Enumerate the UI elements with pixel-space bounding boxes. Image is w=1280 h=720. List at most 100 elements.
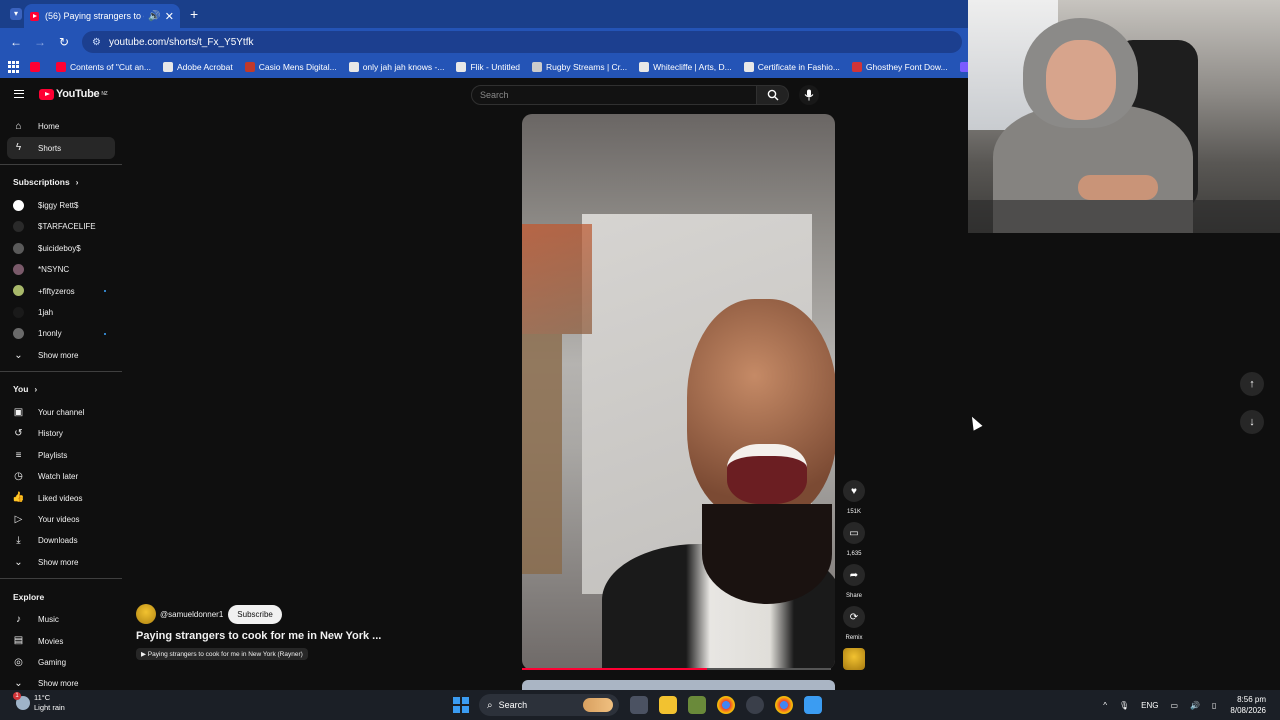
photos-icon[interactable] [804,696,822,714]
sidebar-item-gaming[interactable]: ◎ Gaming [0,652,122,673]
reload-icon[interactable]: ↻ [52,35,76,49]
network-icon[interactable]: ▭ [1170,701,1178,710]
microphone-tray-icon[interactable]: 🎙 [1119,701,1129,710]
sidebar-item-your-videos[interactable]: ▷ Your videos [0,509,122,530]
sidebar-item-1jah[interactable]: 1jah [0,302,122,323]
file-explorer-icon[interactable] [659,696,677,714]
subscriptions-header[interactable]: Subscriptions › [0,170,122,195]
sidebar-item-label: Music [38,615,59,625]
subscribe-button[interactable]: Subscribe [228,604,282,624]
taskbar-search[interactable]: ⌕ Search [479,694,619,716]
bookmark-9[interactable]: Ghosthey Font Dow... [851,62,948,72]
bookmark-favicon-icon [639,62,650,72]
sidebar-item-label: $TARFACELIFE [38,222,96,232]
your-channel-icon: ▣ [13,406,24,418]
app-icon-2[interactable] [746,696,764,714]
section-title: You [13,384,29,395]
video-progress-bar[interactable] [522,668,831,670]
sidebar-item-nsync[interactable]: *NSYNC [0,259,122,280]
channel-avatar [13,328,24,340]
back-icon[interactable]: ← [4,35,28,49]
search-highlight-image [583,698,613,712]
channel-avatar[interactable] [136,604,156,624]
comments-button[interactable]: ▭ [843,522,865,544]
bookmark-2[interactable]: Adobe Acrobat [162,62,233,72]
address-bar[interactable]: ⚙ youtube.com/shorts/t_Fx_Y5Ytfk [82,31,962,53]
you-header[interactable]: You › [0,377,122,402]
webcam-face [1046,40,1116,120]
weather-widget[interactable]: 1 11°C Light rain [13,692,65,713]
bookmark-5[interactable]: Flik - Untitled [456,62,520,72]
sidebar-item-shorts[interactable]: ϟ Shorts [7,137,115,159]
sidebar-item-your-channel[interactable]: ▣ Your channel [0,402,122,423]
sidebar-item-1nonly[interactable]: 1nonly [0,323,122,344]
chrome-icon[interactable] [717,696,735,714]
short-video-player[interactable] [522,114,835,670]
sidebar-item-fiftyzeros[interactable]: +fiftyzeros [0,280,122,301]
like-button[interactable]: ♥ [843,480,865,502]
forward-icon[interactable]: → [28,35,52,49]
battery-icon[interactable]: ▯ [1212,701,1216,710]
app-icon-1[interactable] [688,696,706,714]
tab-search-icon[interactable]: ▾ [10,8,22,20]
remix-icon: ⟳ [849,611,859,623]
share-button[interactable]: ➦ [843,564,865,586]
bookmark-0[interactable] [30,62,44,72]
sound-thumbnail[interactable] [843,648,865,670]
tab-close-icon[interactable]: ✕ [165,10,174,23]
clock[interactable]: 8:56 pm 8/08/2026 [1230,694,1266,716]
tray-chevron-icon[interactable]: ^ [1103,701,1107,710]
sidebar-divider [0,370,122,372]
sidebar-item-tarfacelife[interactable]: $TARFACELIFE [0,216,122,237]
bookmark-1[interactable]: Contents of "Cut an... [56,62,151,72]
sidebar-item-history[interactable]: ↺ History [0,423,122,444]
microphone-icon [804,89,814,101]
short-actions: ♥ 151K ▭ 1,635 ➦ Share ⟳ Remix [842,480,866,670]
sidebar-item-uicideboy[interactable]: $uicideboy$ [0,238,122,259]
webcam-overlay [968,0,1280,233]
sidebar-item-home[interactable]: ⌂ Home [0,116,122,137]
language-indicator[interactable]: ENG [1141,701,1158,710]
site-info-icon[interactable]: ⚙ [92,37,101,48]
apps-icon[interactable] [8,61,20,73]
comment-icon: ▭ [849,527,859,539]
sidebar-item-label: Gaming [38,658,67,667]
sidebar-item-watch-later[interactable]: ◷ Watch later [0,466,122,487]
like-count: 151K [846,509,861,515]
subscriptions-show-more[interactable]: ⌄ Show more [0,345,122,366]
channel-name[interactable]: @samueldonner1 [160,610,223,619]
sidebar-item-downloads[interactable]: ⤓ Downloads [0,530,122,551]
remix-button[interactable]: ⟳ [843,606,865,628]
youtube-logo[interactable]: YouTube NZ [39,88,108,100]
bookmark-3[interactable]: Casio Mens Digital... [244,62,337,72]
sidebar-item-music[interactable]: ♪ Music [0,609,122,630]
sound-link[interactable]: ▶ Paying strangers to cook for me in New… [136,648,308,660]
voice-search-button[interactable] [799,85,819,105]
browser-tab-active[interactable]: (56) Paying strangers to coo 🔊 ✕ [24,4,180,28]
bookmark-7[interactable]: Whitecliffe | Arts, D... [639,62,732,72]
bookmark-8[interactable]: Certificate in Fashio... [743,62,840,72]
search-button[interactable] [757,85,789,105]
sidebar-item-iggy-rett[interactable]: $iggy Rett$ [0,195,122,216]
next-short-button[interactable]: ↓ [1240,410,1264,434]
sidebar-item-movies[interactable]: ▤ Movies [0,630,122,651]
channel-avatar [13,285,24,297]
search-input[interactable]: Search [471,85,757,105]
short-title[interactable]: Paying strangers to cook for me in New Y… [136,630,381,642]
volume-icon[interactable]: 🔊 [1190,701,1200,710]
bookmark-4[interactable]: only jah jah knows -... [348,62,444,72]
previous-short-button[interactable]: ↑ [1240,372,1264,396]
new-tab-icon[interactable]: + [190,6,198,22]
task-view-icon[interactable] [630,696,648,714]
menu-icon[interactable] [14,90,24,98]
speaker-icon[interactable]: 🔊 [148,11,160,22]
sidebar-item-playlists[interactable]: ≡ Playlists [0,445,122,466]
video-frame-object [522,224,592,334]
explore-header[interactable]: Explore [0,584,122,609]
chrome-profile-icon[interactable] [775,696,793,714]
bookmark-6[interactable]: Rugby Streams | Cr... [532,62,627,72]
you-show-more[interactable]: ⌄ Show more [0,552,122,573]
sidebar-item-liked-videos[interactable]: 👍 Liked videos [0,487,122,508]
start-button[interactable] [453,697,469,713]
bookmark-label: Casio Mens Digital... [258,62,337,72]
